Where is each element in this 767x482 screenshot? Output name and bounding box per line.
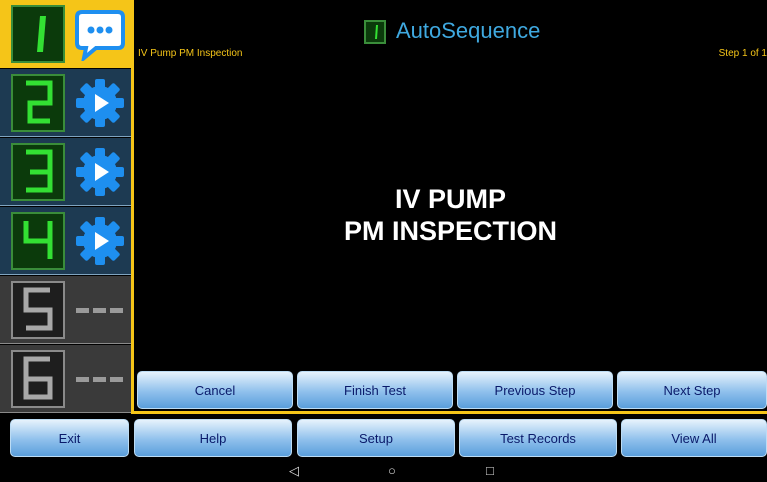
step-instruction-line-1: IV PUMP: [394, 184, 507, 214]
sequence-sidebar: [0, 0, 131, 414]
step-indicator: Step 1 of 1: [718, 48, 767, 59]
sequence-slot-2[interactable]: [0, 69, 131, 137]
previous-step-button[interactable]: Previous Step: [457, 371, 613, 409]
app-title: AutoSequence: [396, 18, 541, 43]
sequence-number-icon: [364, 20, 386, 44]
step-instruction: IV PUMP PM INSPECTION: [134, 183, 767, 247]
back-nav-icon[interactable]: ◁: [289, 463, 299, 479]
step-display-panel: AutoSequence IV Pump PM Inspection Step …: [131, 0, 767, 414]
gear-play-icon: [74, 76, 126, 130]
home-nav-icon[interactable]: ○: [388, 463, 396, 478]
test-records-button[interactable]: Test Records: [459, 419, 617, 457]
seven-segment-digit-2: [11, 74, 65, 132]
sequence-slot-5[interactable]: [0, 276, 131, 344]
dashes-icon: [74, 352, 126, 406]
step-instruction-line-2: PM INSPECTION: [343, 216, 558, 246]
sequence-name: IV Pump PM Inspection: [138, 48, 243, 59]
sequence-slot-1[interactable]: [0, 0, 131, 68]
next-step-button[interactable]: Next Step: [617, 371, 767, 409]
help-button[interactable]: Help: [134, 419, 292, 457]
gear-play-icon: [74, 214, 126, 268]
recents-nav-icon[interactable]: □: [486, 463, 494, 478]
exit-button[interactable]: Exit: [10, 419, 129, 457]
finish-test-button[interactable]: Finish Test: [297, 371, 453, 409]
seven-segment-digit-1: [11, 5, 65, 63]
chat-bubble-icon: [74, 7, 126, 64]
sequence-slot-3[interactable]: [0, 138, 131, 206]
view-all-button[interactable]: View All: [621, 419, 767, 457]
sequence-slot-6[interactable]: [0, 345, 131, 413]
gear-play-icon: [74, 145, 126, 199]
seven-segment-digit-3: [11, 143, 65, 201]
seven-segment-digit-4: [11, 212, 65, 270]
seven-segment-digit-5: [11, 281, 65, 339]
sequence-slot-4[interactable]: [0, 207, 131, 275]
system-navigation-bar: ◁ ○ □: [0, 459, 767, 482]
dashes-icon: [74, 283, 126, 337]
seven-segment-digit-6: [11, 350, 65, 408]
setup-button[interactable]: Setup: [297, 419, 455, 457]
cancel-button[interactable]: Cancel: [137, 371, 293, 409]
